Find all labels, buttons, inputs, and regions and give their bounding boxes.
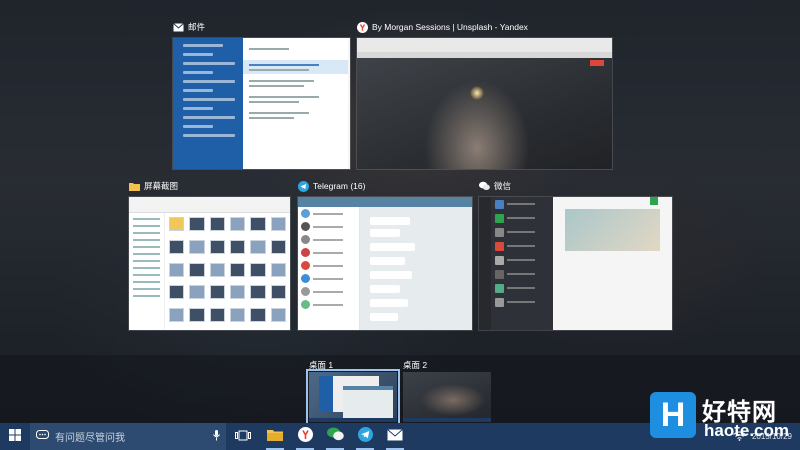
taskbar-app-explorer[interactable] [260, 423, 290, 450]
taskbar-app-yandex[interactable] [290, 423, 320, 450]
telegram-header [298, 197, 472, 207]
task-view-icon [235, 428, 251, 446]
wechat-icon [326, 427, 344, 446]
sparkler-photo [357, 58, 612, 169]
window-thumbnail[interactable] [479, 197, 672, 330]
window-header: 屏幕截图 [129, 179, 290, 193]
windows-logo-icon [9, 428, 21, 446]
watermark-url: haote.com [704, 421, 790, 440]
watermark-logo: H [650, 392, 696, 438]
window-title: 邮件 [188, 22, 206, 32]
task-view-button[interactable] [226, 423, 260, 450]
wechat-chat-list [491, 197, 553, 330]
article-image [565, 209, 660, 251]
window-title: 微信 [494, 181, 512, 191]
browser-tabs [357, 38, 612, 52]
mail-reading-pane [348, 38, 350, 169]
mail-sidebar [173, 38, 243, 169]
window-header: Telegram (16) [298, 179, 472, 193]
taskbar-app-mail[interactable] [380, 423, 410, 450]
desktop-1[interactable]: 桌面 1 [306, 360, 400, 425]
window-wechat[interactable]: 微信 [479, 179, 672, 330]
mail-list [243, 38, 348, 169]
window-thumbnail[interactable] [298, 197, 472, 330]
taskbar-app-telegram[interactable] [350, 423, 380, 450]
desktop-2[interactable]: 桌面 2 [403, 360, 491, 422]
window-thumbnail[interactable] [357, 38, 612, 169]
telegram-icon [357, 426, 373, 447]
desktop-thumbnail[interactable] [306, 369, 400, 425]
window-mail[interactable]: 邮件 [173, 20, 350, 169]
search-placeholder: 有问题尽管问我 [55, 433, 125, 444]
telegram-icon [298, 180, 309, 192]
task-view-screen: 邮件 By Morgan Sessions | Unsplash - Yande… [0, 0, 800, 450]
mail-icon [387, 428, 403, 446]
window-header: By Morgan Sessions | Unsplash - Yandex [357, 20, 612, 34]
explorer-nav-pane [129, 213, 165, 330]
folder-icon [267, 428, 283, 446]
window-title: Telegram (16) [313, 181, 366, 191]
window-explorer[interactable]: 屏幕截图 [129, 179, 290, 330]
wechat-close-button [650, 197, 658, 205]
cortana-search-box[interactable]: 有问题尽管问我 [30, 423, 226, 450]
watermark: H 好特网 haote.com [650, 392, 798, 446]
yandex-icon [297, 426, 313, 447]
desktop-thumbnail[interactable] [403, 372, 491, 422]
window-thumbnail[interactable] [173, 38, 350, 169]
wechat-article-pane [553, 197, 672, 330]
folder-icon [129, 181, 140, 192]
yandex-icon [357, 21, 368, 33]
window-title: By Morgan Sessions | Unsplash - Yandex [372, 22, 528, 32]
file-grid [169, 217, 286, 326]
explorer-ribbon [129, 197, 290, 213]
desktop-label: 桌面 1 [309, 360, 334, 370]
wechat-icon [479, 181, 490, 192]
mail-icon [173, 22, 184, 33]
cortana-chat-icon [36, 429, 49, 444]
wechat-nav-bar [479, 197, 491, 330]
microphone-icon[interactable] [213, 429, 220, 444]
download-button [590, 60, 604, 66]
window-title: 屏幕截图 [144, 181, 179, 191]
taskbar-app-wechat[interactable] [320, 423, 350, 450]
desktop-label: 桌面 2 [403, 360, 428, 370]
window-thumbnail[interactable] [129, 197, 290, 330]
telegram-messages [360, 207, 472, 330]
window-header: 邮件 [173, 20, 350, 34]
window-telegram[interactable]: Telegram (16) [298, 179, 472, 330]
window-header: 微信 [479, 179, 672, 193]
start-button[interactable] [0, 423, 30, 450]
window-yandex[interactable]: By Morgan Sessions | Unsplash - Yandex [357, 20, 612, 169]
telegram-chat-list [298, 207, 360, 330]
